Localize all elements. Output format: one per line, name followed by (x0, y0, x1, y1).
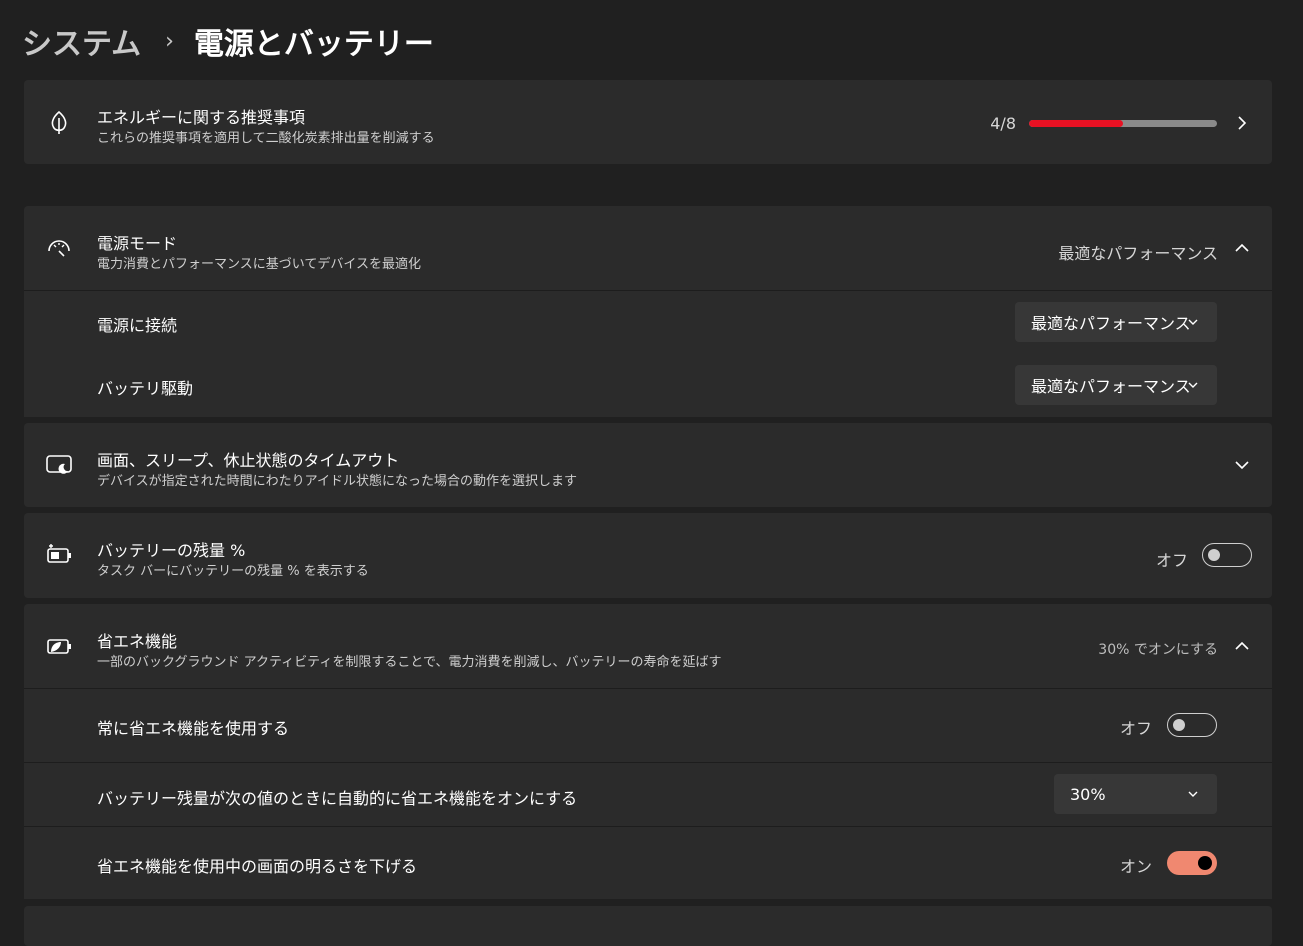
chevron-up-icon[interactable] (1234, 638, 1250, 654)
leaf-icon (51, 110, 67, 134)
power-mode-value: 最適なパフォーマンス (1058, 244, 1218, 263)
energy-title: エネルギーに関する推奨事項 (97, 108, 306, 127)
chevron-down-icon (1188, 791, 1198, 797)
power-plugged-row: 電源に接続 最適なパフォーマンス (24, 291, 1272, 354)
energy-saver-description: 一部のバックグラウンド アクティビティを制限することで、電力消費を削減し、バッテ… (97, 655, 722, 670)
chevron-right-icon[interactable] (1234, 115, 1250, 131)
saver-threshold-select[interactable]: 30% (1054, 774, 1217, 814)
screen-sleep-icon (46, 455, 72, 474)
chevron-down-icon (1188, 382, 1198, 388)
energy-description: これらの推奨事項を適用して二酸化炭素排出量を削減する (97, 131, 435, 146)
energy-recommendations-card[interactable]: エネルギーに関する推奨事項 これらの推奨事項を適用して二酸化炭素排出量を削減する… (24, 80, 1272, 164)
saver-always-state: オフ (1119, 719, 1152, 738)
timeout-card[interactable]: 画面、スリープ、休止状態のタイムアウト デバイスが指定された時間にわたりアイドル… (24, 423, 1272, 507)
power-mode-description: 電力消費とパフォーマンスに基づいてデバイスを最適化 (97, 257, 421, 272)
toggle-knob (1173, 719, 1185, 731)
energy-saver-summary: 30% でオンにする (1098, 642, 1218, 658)
chevron-down-icon (1188, 319, 1198, 325)
timeout-description: デバイスが指定された時間にわたりアイドル状態になった場合の動作を選択します (97, 474, 577, 489)
toggle-knob (1208, 549, 1220, 561)
timeout-title: 画面、スリープ、休止状態のタイムアウト (97, 451, 400, 470)
battery-percent-description: タスク バーにバッテリーの残量 % を表示する (97, 564, 369, 579)
power-battery-select-value: 最適なパフォーマンス (1031, 377, 1191, 396)
page-title: 電源とバッテリー (193, 27, 434, 62)
battery-percent-toggle[interactable] (1202, 543, 1252, 567)
energy-progress-bar (1029, 120, 1217, 127)
power-mode-title: 電源モード (97, 234, 178, 253)
battery-percent-state: オフ (1155, 551, 1188, 570)
saver-always-label: 常に省エネ機能を使用する (97, 719, 290, 738)
saver-threshold-value: 30% (1070, 784, 1106, 804)
saver-auto-label: バッテリー残量が次の値のときに自動的に省エネ機能をオンにする (97, 789, 578, 808)
gauge-icon (48, 240, 70, 257)
power-mode-header[interactable]: 電源モード 電力消費とパフォーマンスに基づいてデバイスを最適化 最適なパフォーマ… (24, 206, 1272, 290)
breadcrumb-system-link[interactable]: システム (22, 19, 141, 63)
energy-progress-fill (1029, 120, 1123, 127)
battery-saver-icon (47, 639, 71, 654)
saver-always-row: 常に省エネ機能を使用する オフ (24, 689, 1272, 762)
saver-dim-label: 省エネ機能を使用中の画面の明るさを下げる (97, 857, 418, 876)
power-battery-label: バッテリ駆動 (97, 379, 194, 398)
power-battery-select[interactable]: 最適なパフォーマンス (1015, 365, 1217, 405)
energy-saver-header[interactable]: 省エネ機能 一部のバックグラウンド アクティビティを制限することで、電力消費を削… (24, 604, 1272, 688)
battery-percent-title: バッテリーの残量 % (97, 541, 246, 560)
power-plugged-select[interactable]: 最適なパフォーマンス (1015, 302, 1217, 342)
breadcrumb-separator-icon: › (165, 28, 174, 54)
saver-auto-row: バッテリー残量が次の値のときに自動的に省エネ機能をオンにする 30% (24, 763, 1272, 826)
saver-dim-toggle[interactable] (1167, 851, 1217, 875)
power-plugged-label: 電源に接続 (97, 316, 178, 335)
battery-icon (47, 544, 71, 563)
saver-dim-row: 省エネ機能を使用中の画面の明るさを下げる オン (24, 827, 1272, 899)
saver-always-toggle[interactable] (1167, 713, 1217, 737)
energy-saver-card: 省エネ機能 一部のバックグラウンド アクティビティを制限することで、電力消費を削… (24, 604, 1272, 899)
breadcrumb: システム › 電源とバッテリー (22, 18, 434, 64)
energy-saver-title: 省エネ機能 (97, 632, 178, 651)
power-plugged-select-value: 最適なパフォーマンス (1031, 314, 1191, 333)
power-mode-card: 電源モード 電力消費とパフォーマンスに基づいてデバイスを最適化 最適なパフォーマ… (24, 206, 1272, 417)
chevron-down-icon[interactable] (1234, 457, 1250, 473)
chevron-up-icon[interactable] (1234, 240, 1250, 256)
battery-percent-card: バッテリーの残量 % タスク バーにバッテリーの残量 % を表示する オフ (24, 513, 1272, 598)
saver-dim-state: オン (1119, 857, 1152, 876)
power-battery-row: バッテリ駆動 最適なパフォーマンス (24, 354, 1272, 417)
toggle-knob (1198, 856, 1212, 870)
energy-progress-count: 4/8 (990, 114, 1016, 133)
next-settings-card[interactable] (24, 906, 1272, 946)
